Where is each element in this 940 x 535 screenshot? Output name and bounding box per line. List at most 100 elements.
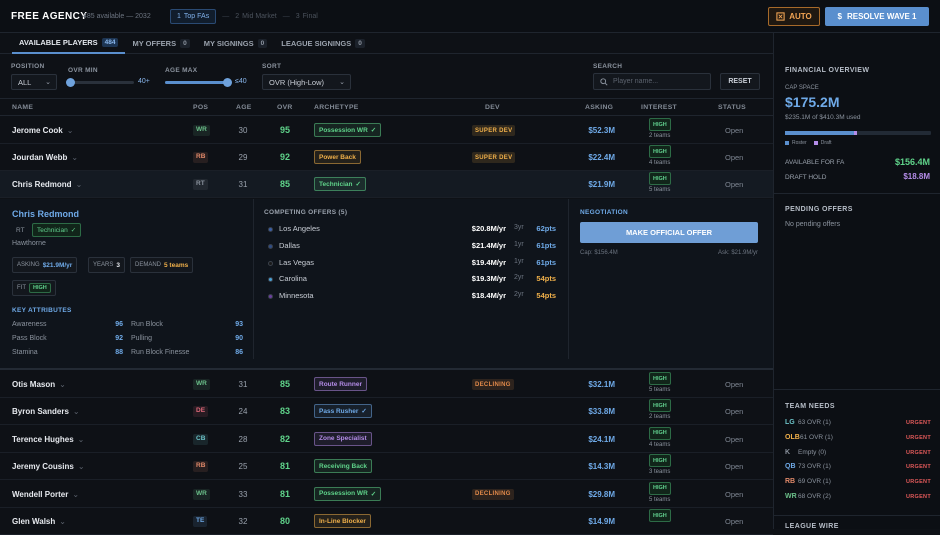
ovr-min-handle[interactable] [66,78,75,87]
position-select[interactable]: ALL ⌄ [11,74,57,90]
col-pos[interactable]: POS [193,104,208,111]
team-need-row: WR 68 OVR (2) URGENT [785,492,931,505]
offer-amount: $20.8M/yr [471,224,506,233]
years-chip: YEARS 3 [88,257,125,273]
offer-team: Carolina [279,274,307,284]
table-row[interactable]: Glen Walsh ⌄ TE 32 80 In-Line Blocker $14.9M HI… [0,508,773,535]
position-label: POSITION [11,63,45,70]
cap-bar [785,131,931,135]
pending-offers-text: No pending offers [785,221,841,228]
archetype-badge: Technician ✓ [314,177,366,191]
pending-offers-title: PENDING OFFERS [785,206,853,213]
offer-years: 1yr [514,257,524,265]
player-name[interactable]: Otis Mason ⌄ [12,380,66,389]
team-dot [268,227,273,232]
tab-count: 484 [101,38,119,47]
offer-points: 54pts [536,291,556,301]
dev-badge: DECLINING [472,379,514,390]
tab-label: MY OFFERS [132,39,177,48]
archetype-badge: Possession WR ✓ [314,123,382,137]
key-attributes-title: KEY ATTRIBUTES [12,307,72,314]
archetype-label: Zone Specialist [319,435,367,443]
check-icon: ✓ [370,490,377,498]
age-max-handle[interactable] [223,78,232,87]
team-need-row: K Empty (0) URGENT [785,448,931,461]
table-row[interactable]: Wendell Porter ⌄ WR 33 81 Possession WR ✓ DECLI… [0,481,773,508]
draft-hold-value: $18.8M [903,172,930,181]
detail-player-name[interactable]: Chris Redmond [12,209,79,219]
archetype-label: Power Back [319,153,356,161]
need-text: Empty (0) [798,448,827,456]
player-name[interactable]: Jeremy Cousins ⌄ [12,462,85,471]
age-value: 31 [238,180,248,189]
table-row[interactable]: Chris Redmond ⌄ RT 31 85 Technician ✓ $21.9M HIG… [0,171,773,198]
dollar-icon: $ [837,12,842,21]
ovr-min-label: OVR MIN [68,67,98,74]
asking-key: ASKING [17,262,40,268]
tab-my-signings[interactable]: MY SIGNINGS 0 [197,33,275,54]
make-official-offer-button[interactable]: MAKE OFFICIAL OFFER [580,222,758,243]
table-row[interactable]: Jerome Cook ⌄ WR 30 95 Possession WR ✓ SUPER DE… [0,117,773,144]
col-name[interactable]: NAME [12,104,33,111]
player-name[interactable]: Chris Redmond ⌄ [12,180,82,189]
status-value: Open [725,489,744,499]
ovr-value: 92 [279,152,290,162]
age-value: 31 [238,380,248,389]
table-row[interactable]: Byron Sanders ⌄ DE 24 83 Pass Rusher ✓ $33.8M HI… [0,398,773,426]
col-dev[interactable]: DEV [485,104,500,111]
auto-button[interactable]: AUTO [768,7,820,26]
table-row[interactable]: Otis Mason ⌄ WR 31 85 Route Runner DECLINING $3… [0,371,773,398]
archetype-label: In-Line Blocker [319,517,366,525]
table-row[interactable]: Jeremy Cousins ⌄ RB 25 81 Receiving Back $14.3… [0,453,773,481]
player-name[interactable]: Terence Hughes ⌄ [12,435,84,444]
sort-select[interactable]: OVR (High-Low) ⌄ [262,74,351,90]
player-name[interactable]: Jerome Cook ⌄ [12,126,73,135]
tab-available-players[interactable]: AVAILABLE PLAYERS 484 [12,33,126,54]
tab-league-signings[interactable]: LEAGUE SIGNINGS 0 [274,33,372,54]
search-input[interactable]: Player name... [593,73,711,90]
tab-my-offers[interactable]: MY OFFERS 0 [125,33,196,54]
tab-label: AVAILABLE PLAYERS [19,38,98,47]
reset-button[interactable]: RESET [720,73,760,90]
player-name[interactable]: Byron Sanders ⌄ [12,407,80,416]
offer-points: 62pts [536,224,556,233]
step-2[interactable]: 2 Mid Market [235,13,277,20]
col-interest[interactable]: INTEREST [641,104,677,111]
chevron-down-icon: ⌄ [339,79,345,86]
player-name[interactable]: Wendell Porter ⌄ [12,490,79,499]
age-value: 25 [238,462,248,472]
ovr-value: 81 [279,488,290,499]
cap-legend: Roster Draft [785,140,832,146]
status-value: Open [725,517,744,526]
need-urgency: URGENT [905,449,931,456]
attribute-value: 86 [235,349,243,356]
interest-badge: HIGH [649,118,671,131]
chevron-down-icon: ⌄ [71,153,79,162]
asking-value: $32.1M [588,380,615,389]
search-label: SEARCH [593,63,623,70]
age-value: 32 [238,517,248,526]
attribute-value: 96 [115,321,123,328]
team-dot [268,294,273,300]
col-archetype[interactable]: ARCHETYPE [314,104,359,111]
col-asking[interactable]: ASKING [585,104,613,111]
ovr-min-slider[interactable] [66,78,134,87]
table-row[interactable]: Jourdan Webb ⌄ RB 29 92 Power Back SUPER DEV $2… [0,144,773,171]
status-value: Open [725,153,744,162]
table-row[interactable]: Terence Hughes ⌄ CB 28 82 Zone Specialist $24.… [0,426,773,453]
demand-key: DEMAND [135,262,162,268]
col-ovr[interactable]: OVR [277,104,293,111]
col-status[interactable]: STATUS [718,104,746,111]
need-text: 69 OVR (1) [798,478,831,486]
age-max-slider[interactable] [165,78,232,87]
archetype-badge: Pass Rusher ✓ [314,404,372,419]
resolve-wave-button[interactable]: $ RESOLVE WAVE 1 [825,7,929,26]
step-3[interactable]: 3 Final [296,13,318,20]
status-value: Open [725,380,744,389]
player-name[interactable]: Glen Walsh ⌄ [12,517,66,526]
player-name[interactable]: Jourdan Webb ⌄ [12,153,78,162]
col-age[interactable]: AGE [236,104,252,111]
team-needs-title: TEAM NEEDS [785,403,835,410]
interest-teams: 2 teams [649,414,671,421]
step-1[interactable]: 1 Top FAs [170,8,217,24]
